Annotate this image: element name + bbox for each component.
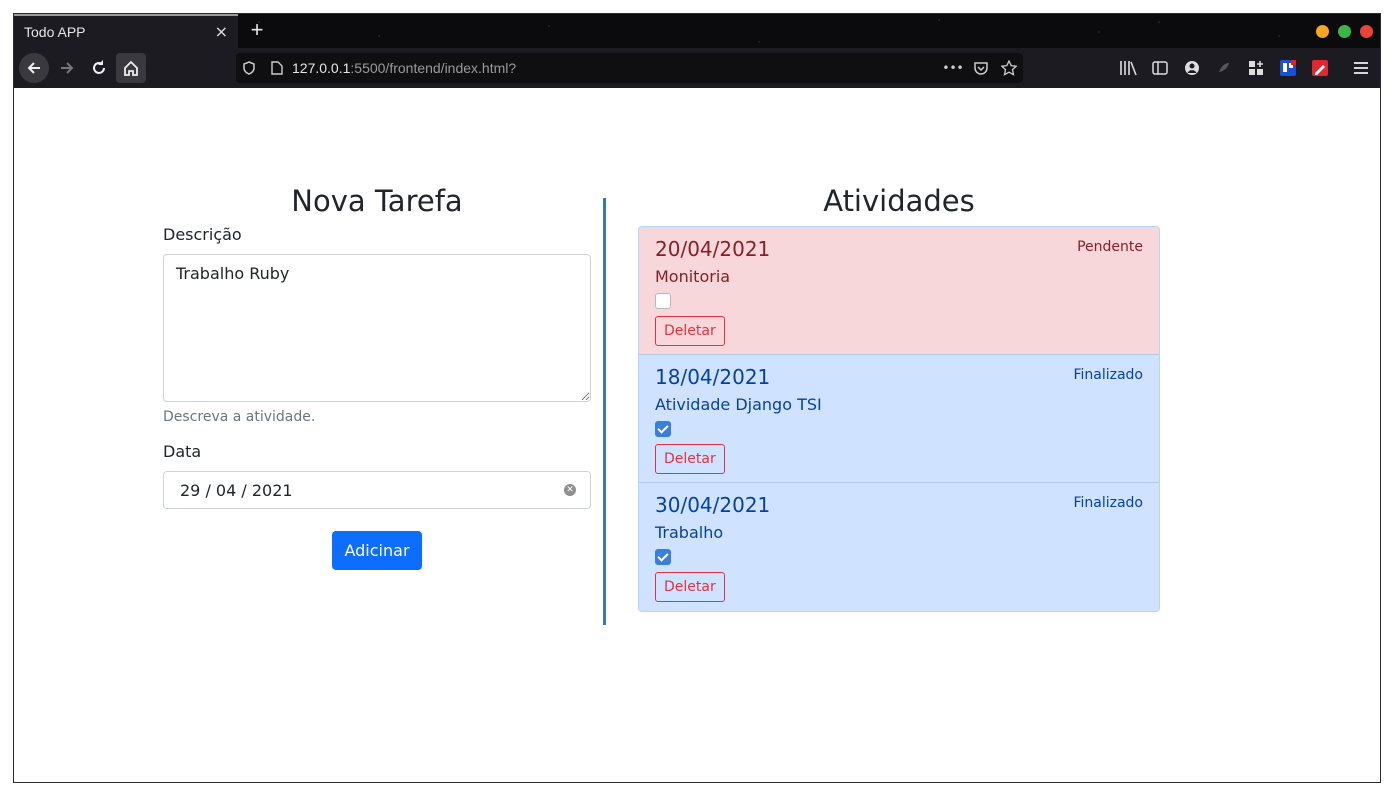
pen-extension-icon[interactable] [1310, 58, 1330, 78]
tab-todo-app[interactable]: Todo APP × [14, 14, 238, 48]
extension-icon[interactable] [1214, 58, 1234, 78]
forward-arrow-icon [61, 62, 74, 74]
bookmark-star-icon[interactable] [1000, 59, 1018, 77]
address-bar[interactable]: 127.0.0.1:5500/frontend/index.html? ••• [236, 53, 1023, 83]
activity-description: Trabalho [655, 523, 724, 542]
nav-toolbar: 127.0.0.1:5500/frontend/index.html? ••• [14, 48, 1380, 88]
activity-item: 18/04/2021 Finalizado Atividade Django T… [639, 355, 1159, 483]
tab-bar: Todo APP × + [14, 14, 1380, 48]
page-content: Nova Tarefa Descrição Trabalho Ruby Desc… [14, 88, 1380, 782]
shield-icon[interactable] [240, 59, 258, 77]
back-button[interactable] [19, 53, 49, 83]
trello-extension-icon[interactable] [1278, 58, 1298, 78]
home-icon [124, 60, 138, 76]
home-button[interactable] [116, 53, 146, 83]
new-task-form: Nova Tarefa Descrição Trabalho Ruby Desc… [163, 184, 591, 570]
page-icon [268, 59, 286, 77]
activity-description: Monitoria [655, 267, 731, 286]
menu-icon[interactable] [1351, 58, 1371, 78]
description-help-text: Descreva a atividade. [163, 409, 316, 425]
reload-button[interactable] [84, 53, 114, 83]
pocket-icon[interactable] [972, 59, 990, 77]
activities-panel: Atividades 20/04/2021 Pendente Monitoria… [638, 184, 1160, 612]
activities-list: 20/04/2021 Pendente Monitoria Deletar 18… [638, 226, 1160, 612]
description-textarea[interactable]: Trabalho Ruby [163, 254, 591, 402]
delete-button[interactable]: Deletar [655, 444, 725, 474]
activity-status: Finalizado [1073, 367, 1143, 383]
clear-date-icon[interactable]: ✕ [564, 484, 576, 496]
library-icon[interactable] [1118, 58, 1138, 78]
activity-description: Atividade Django TSI [655, 395, 822, 414]
activity-item: 20/04/2021 Pendente Monitoria Deletar [639, 227, 1159, 355]
date-label: Data [163, 442, 202, 461]
browser-window: Todo APP × + 127.0.0.1:5500/frontend/ind… [13, 13, 1381, 783]
sidebar-icon[interactable] [1150, 58, 1170, 78]
activities-title: Atividades [823, 184, 975, 218]
activity-date: 30/04/2021 [655, 493, 771, 517]
delete-button[interactable]: Deletar [655, 572, 725, 602]
date-value: 29 / 04 / 2021 [180, 481, 293, 500]
activity-item: 30/04/2021 Finalizado Trabalho Deletar [639, 483, 1159, 611]
activity-checkbox[interactable] [655, 421, 671, 437]
reload-icon [93, 60, 105, 74]
delete-button[interactable]: Deletar [655, 316, 725, 346]
add-button[interactable]: Adicinar [332, 531, 422, 570]
tab-title: Todo APP [24, 24, 86, 40]
maximize-button[interactable] [1338, 25, 1351, 38]
back-arrow-icon [27, 62, 40, 74]
forward-button[interactable] [52, 53, 82, 83]
activity-checkbox[interactable] [655, 293, 671, 309]
new-tab-button[interactable]: + [246, 17, 268, 43]
activity-status: Pendente [1077, 239, 1143, 255]
form-title: Nova Tarefa [291, 184, 463, 218]
account-icon[interactable] [1182, 58, 1202, 78]
close-window-button[interactable] [1360, 25, 1373, 38]
description-label: Descrição [163, 225, 242, 244]
column-divider [603, 198, 606, 625]
activity-date: 18/04/2021 [655, 365, 771, 389]
minimize-button[interactable] [1316, 25, 1329, 38]
more-actions-icon[interactable]: ••• [942, 59, 963, 77]
url-text[interactable]: 127.0.0.1:5500/frontend/index.html? [292, 60, 516, 76]
activity-checkbox[interactable] [655, 549, 671, 565]
date-input[interactable]: 29 / 04 / 2021 ✕ [163, 471, 591, 509]
activity-date: 20/04/2021 [655, 237, 771, 261]
extensions-grid-icon[interactable] [1246, 58, 1266, 78]
activity-status: Finalizado [1073, 495, 1143, 511]
close-tab-icon[interactable]: × [215, 22, 228, 41]
